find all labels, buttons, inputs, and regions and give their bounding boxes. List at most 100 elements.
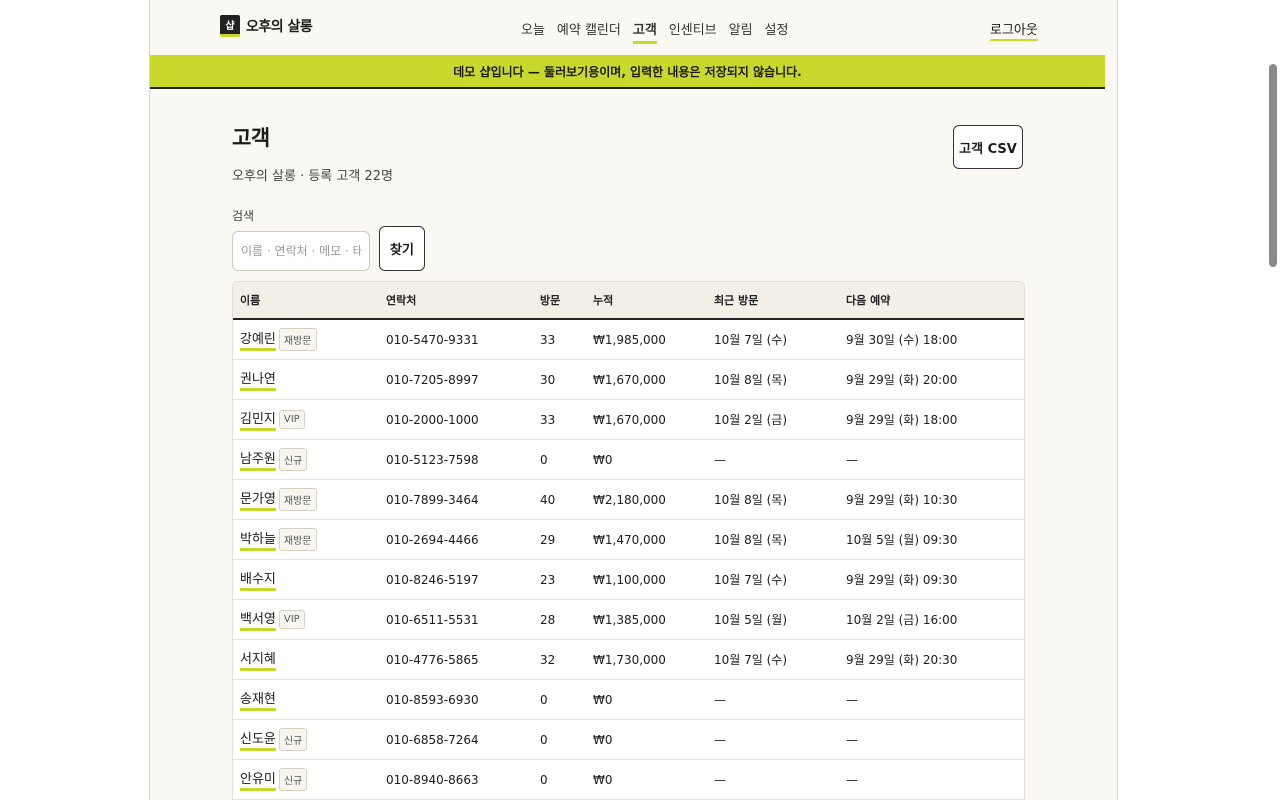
table-row[interactable]: 박하늘 재방문 010-2694-4466 29 ₩1,470,000 10월 8일 (목…: [233, 520, 1024, 560]
total-cell: ₩1,470,000: [593, 532, 666, 547]
table-row[interactable]: 서지혜 010-4776-5865 32 ₩1,730,000 10월 7일 (수) 9월…: [233, 640, 1024, 680]
table-row[interactable]: 권나연 010-7205-8997 30 ₩1,670,000 10월 8일 (목) 9월…: [233, 360, 1024, 400]
search-input[interactable]: [232, 231, 370, 271]
customer-name-link[interactable]: 김민지: [240, 408, 276, 431]
name-cell: 권나연: [233, 368, 386, 391]
logout-link[interactable]: 로그아웃: [990, 19, 1038, 41]
browser-viewport: 샵 오후의 살롱 오늘 예약 캘린더 고객 인센티브 알림 설정 로그아웃 데모 샵입니다…: [149, 0, 1118, 800]
visits-cell: 0: [540, 732, 548, 747]
phone-cell: 010-7899-3464: [386, 492, 479, 507]
customer-tag-badge: VIP: [278, 410, 305, 429]
last-cell: 10월 7일 (수): [714, 333, 788, 347]
column-header: 이름: [240, 294, 261, 307]
phone-cell: 010-2694-4466: [386, 532, 479, 547]
customer-name-link[interactable]: 남주원: [240, 448, 276, 471]
last-cell: 10월 8일 (목): [714, 493, 788, 507]
nav-item[interactable]: 알림: [729, 19, 753, 44]
table-row[interactable]: 신도윤 신규 010-6858-7264 0 ₩0— —: [233, 720, 1024, 760]
outer-scrollbar-thumb[interactable]: [1269, 64, 1277, 267]
customer-tag-badge: VIP: [278, 610, 305, 629]
customer-name-link[interactable]: 안유미: [240, 768, 276, 791]
visits-cell: 30: [540, 372, 556, 387]
demo-banner: 데모 샵입니다 — 둘러보기용이며, 입력한 내용은 저장되지 않습니다.: [150, 55, 1105, 89]
table-row[interactable]: 배수지 010-8246-5197 23 ₩1,100,000 10월 7일 (수) 9월…: [233, 560, 1024, 600]
customer-name-link[interactable]: 서지혜: [240, 648, 276, 671]
nav-item[interactable]: 설정: [765, 19, 789, 44]
top-navigation: 샵 오후의 살롱 오늘 예약 캘린더 고객 인센티브 알림 설정 로그아웃: [150, 0, 1105, 56]
next-cell: 10월 5일 (월) 09:30: [846, 533, 958, 547]
table-row[interactable]: 송재현 010-8593-6930 0 ₩0 — —: [233, 680, 1024, 720]
visits-cell: 28: [540, 612, 556, 627]
visits-cell: 0: [540, 452, 548, 467]
column-header: 방문: [540, 294, 561, 307]
next-cell: 9월 29일 (화) 09:30: [846, 573, 958, 587]
column-header: 누적: [593, 294, 614, 307]
next-cell: 9월 29일 (화) 20:00: [846, 373, 958, 387]
phone-cell: 010-8246-5197: [386, 572, 479, 587]
table-row[interactable]: 백서영 VIP 010-6511-5531 28 ₩1,385,000 10월 5일 (월…: [233, 600, 1024, 640]
total-cell: ₩0: [593, 732, 613, 747]
visits-cell: 29: [540, 532, 556, 547]
last-cell: 10월 5일 (월): [714, 613, 788, 627]
nav-item[interactable]: 인센티브: [669, 19, 717, 44]
customer-name-link[interactable]: 박하늘: [240, 528, 276, 551]
nav-item[interactable]: 오늘: [521, 19, 545, 44]
logo-mark-icon: 샵: [220, 15, 240, 37]
name-cell: 배수지: [233, 568, 386, 591]
customer-name-link[interactable]: 백서영: [240, 608, 276, 631]
total-cell: ₩0: [593, 772, 613, 787]
last-cell: —: [714, 772, 726, 787]
last-cell: 10월 7일 (수): [714, 573, 788, 587]
next-cell: —: [846, 692, 858, 707]
total-cell: ₩1,100,000: [593, 572, 666, 587]
customer-name-link[interactable]: 신도윤: [240, 728, 276, 751]
table-row[interactable]: 김민지 VIP 010-2000-1000 33 ₩1,670,000 10월 2일 (금…: [233, 400, 1024, 440]
outer-scrollbar[interactable]: [1266, 0, 1280, 800]
visits-cell: 40: [540, 492, 556, 507]
customer-name-link[interactable]: 문가영: [240, 488, 276, 511]
next-cell: 9월 29일 (화) 18:00: [846, 413, 958, 427]
phone-cell: 010-8940-8663: [386, 772, 479, 787]
name-cell: 송재현: [233, 688, 386, 711]
customer-tag-badge: 재방문: [278, 488, 317, 511]
last-cell: —: [714, 692, 726, 707]
table-row[interactable]: 문가영 재방문 010-7899-3464 40 ₩2,180,000 10월 8일 (목…: [233, 480, 1024, 520]
customer-table: 이름 연락처 방문 누적 최근 방문 다음 예약 강예린 재방문 010-5470-9331 3…: [232, 281, 1025, 800]
next-cell: —: [846, 732, 858, 747]
table-row[interactable]: 남주원 신규 010-5123-7598 0 ₩0— —: [233, 440, 1024, 480]
column-header: 최근 방문: [714, 294, 759, 307]
app-logo[interactable]: 샵 오후의 살롱: [220, 15, 313, 37]
table-row[interactable]: 강예린 재방문 010-5470-9331 33 ₩1,985,000 10월 7일 (수…: [233, 320, 1024, 360]
customer-name-link[interactable]: 권나연: [240, 368, 276, 391]
table-header: 이름 연락처 방문 누적 최근 방문 다음 예약: [233, 282, 1024, 320]
visits-cell: 0: [540, 692, 548, 707]
nav-item[interactable]: 예약 캘린더: [557, 19, 621, 44]
total-cell: ₩1,670,000: [593, 412, 666, 427]
search-label: 검색: [232, 209, 255, 223]
phone-cell: 010-6511-5531: [386, 612, 479, 627]
last-cell: 10월 8일 (목): [714, 373, 788, 387]
name-cell: 강예린 재방문: [233, 328, 386, 351]
last-cell: 10월 2일 (금): [714, 413, 788, 427]
customer-tag-badge: 재방문: [278, 528, 317, 551]
name-cell: 남주원 신규: [233, 448, 386, 471]
phone-cell: 010-8593-6930: [386, 692, 479, 707]
customer-name-link[interactable]: 강예린: [240, 328, 276, 351]
next-cell: 10월 2일 (금) 16:00: [846, 613, 958, 627]
table-row[interactable]: 안유미 신규 010-8940-8663 0 ₩0— —: [233, 760, 1024, 800]
export-csv-button[interactable]: 고객 CSV: [953, 125, 1023, 169]
nav-item[interactable]: 고객: [632, 19, 657, 44]
app-name: 오후의 살롱: [246, 19, 313, 35]
total-cell: ₩0: [593, 692, 613, 707]
phone-cell: 010-4776-5865: [386, 652, 479, 667]
name-cell: 문가영 재방문: [233, 488, 386, 511]
customer-name-link[interactable]: 배수지: [240, 568, 276, 591]
search-button[interactable]: 찾기: [379, 226, 425, 271]
name-cell: 박하늘 재방문: [233, 528, 386, 551]
page-subtitle: 오후의 살롱 · 등록 고객 22명: [232, 169, 393, 184]
page-title: 고객: [232, 126, 270, 150]
name-cell: 안유미 신규: [233, 768, 386, 791]
visits-cell: 23: [540, 572, 556, 587]
customer-name-link[interactable]: 송재현: [240, 688, 276, 711]
name-cell: 신도윤 신규: [233, 728, 386, 751]
